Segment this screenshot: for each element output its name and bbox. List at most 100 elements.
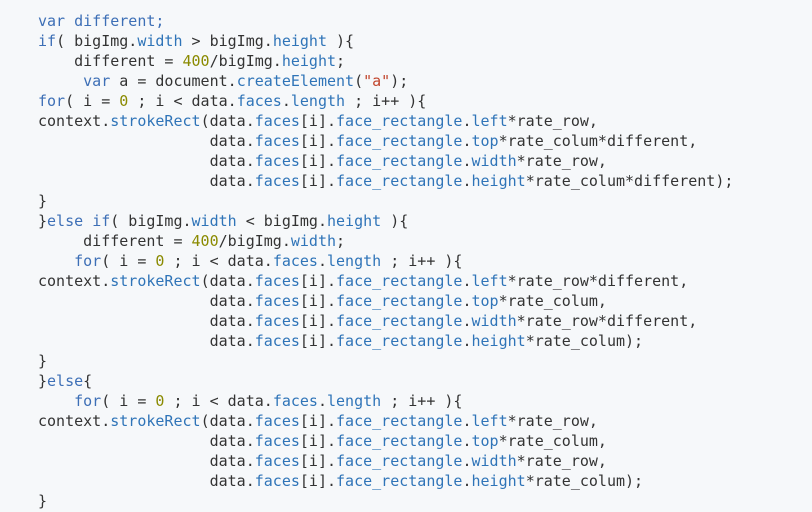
code-token: *rate_colum,	[498, 292, 607, 310]
code-line: different = 400/bigImg.height;	[38, 51, 812, 71]
code-token: face_rectangle	[336, 112, 463, 130]
code-token: ){	[327, 32, 355, 50]
code-token: .	[462, 432, 472, 450]
code-line: if( bigImg.width > bigImg.height ){	[38, 31, 812, 51]
code-token: face_rectangle	[336, 332, 463, 350]
code-token: createElement	[236, 72, 355, 90]
code-token: else	[47, 372, 84, 390]
code-token: (data.	[200, 272, 255, 290]
code-token: face_rectangle	[336, 132, 463, 150]
code-token: for	[74, 392, 102, 410]
code-token: ( bigImg.	[56, 32, 138, 50]
code-token: .	[317, 392, 327, 410]
code-token: }	[38, 372, 48, 390]
code-token: a = document.	[110, 72, 237, 90]
code-token: different =	[38, 52, 183, 70]
code-token: }	[38, 352, 48, 370]
code-token: context.	[38, 412, 111, 430]
code-token: .	[462, 312, 472, 330]
code-token: top	[471, 132, 499, 150]
code-token: height	[327, 212, 382, 230]
code-token: *rate_colum,	[498, 432, 607, 450]
code-token: strokeRect	[110, 412, 201, 430]
code-token: [i].	[299, 452, 337, 470]
code-token: 400	[182, 52, 210, 70]
code-token: .	[462, 472, 472, 490]
code-token: width	[191, 212, 237, 230]
code-token: .	[462, 132, 472, 150]
code-token: (data.	[200, 412, 255, 430]
code-token: .	[281, 92, 291, 110]
code-line: for( i = 0 ; i < data.faces.length ; i++…	[38, 391, 812, 411]
code-token: data.	[38, 152, 255, 170]
code-token: [i].	[299, 292, 337, 310]
code-token: data.	[38, 292, 255, 310]
code-token: [i].	[299, 152, 337, 170]
code-token: .	[462, 332, 472, 350]
code-token: width	[290, 232, 337, 250]
code-line: context.strokeRect(data.faces[i].face_re…	[38, 411, 812, 431]
code-token: height	[272, 32, 327, 50]
code-token: top	[471, 292, 499, 310]
code-token: var	[83, 72, 111, 90]
code-token: ( i =	[101, 392, 156, 410]
code-token: [i].	[299, 332, 337, 350]
code-token: *rate_row*different,	[516, 312, 698, 330]
code-token: < bigImg.	[236, 212, 327, 230]
code-line: }else{	[38, 371, 812, 391]
code-token: *rate_row,	[507, 112, 598, 130]
code-token: faces	[254, 412, 300, 430]
code-token: .	[462, 452, 472, 470]
code-token: left	[471, 272, 508, 290]
code-token: for	[74, 252, 102, 270]
code-token: ( i =	[101, 252, 156, 270]
code-token: faces	[254, 452, 300, 470]
code-line: data.faces[i].face_rectangle.top*rate_co…	[38, 291, 812, 311]
code-token: data.	[38, 332, 255, 350]
code-token: if	[38, 32, 57, 50]
code-line: data.faces[i].face_rectangle.height*rate…	[38, 331, 812, 351]
code-token: width	[137, 32, 183, 50]
code-token: *rate_colum*different);	[525, 172, 734, 190]
code-token: width	[471, 312, 517, 330]
code-token: face_rectangle	[336, 172, 463, 190]
code-token: length	[327, 252, 382, 270]
code-token: height	[471, 332, 526, 350]
code-token: strokeRect	[110, 112, 201, 130]
code-token: context.	[38, 112, 111, 130]
code-line: data.faces[i].face_rectangle.width*rate_…	[38, 311, 812, 331]
code-token: faces	[254, 132, 300, 150]
code-token: face_rectangle	[336, 412, 463, 430]
code-token: (data.	[200, 112, 255, 130]
code-token: else	[47, 212, 84, 230]
code-token: left	[471, 412, 508, 430]
code-token: width	[471, 152, 517, 170]
code-token: *rate_row,	[516, 152, 607, 170]
code-token: height	[281, 52, 337, 70]
code-token: faces	[236, 92, 282, 110]
code-token: faces	[254, 472, 300, 490]
code-line: data.faces[i].face_rectangle.height*rate…	[38, 171, 812, 191]
code-line: different = 400/bigImg.width;	[38, 231, 812, 251]
code-token: ; i < data.	[164, 252, 273, 270]
code-line: data.faces[i].face_rectangle.height*rate…	[38, 471, 812, 491]
code-token: faces	[254, 152, 300, 170]
code-token: ){	[381, 212, 409, 230]
code-token: face_rectangle	[336, 432, 463, 450]
code-line: var a = document.createElement("a");	[38, 71, 812, 91]
code-line: }	[38, 491, 812, 511]
code-block[interactable]: var different; if( bigImg.width > bigImg.…	[0, 0, 812, 512]
code-token: .	[462, 172, 472, 190]
code-token: ;	[336, 232, 346, 250]
code-line: context.strokeRect(data.faces[i].face_re…	[38, 271, 812, 291]
code-token: *rate_row,	[507, 412, 598, 430]
code-token: (	[354, 72, 364, 90]
code-token: > bigImg.	[182, 32, 273, 50]
code-token: }	[38, 212, 48, 230]
code-token: faces	[254, 172, 300, 190]
code-token: [i].	[299, 272, 337, 290]
code-line: for( i = 0 ; i < data.faces.length ; i++…	[38, 91, 812, 111]
code-token: width	[471, 452, 517, 470]
code-line: }	[38, 351, 812, 371]
